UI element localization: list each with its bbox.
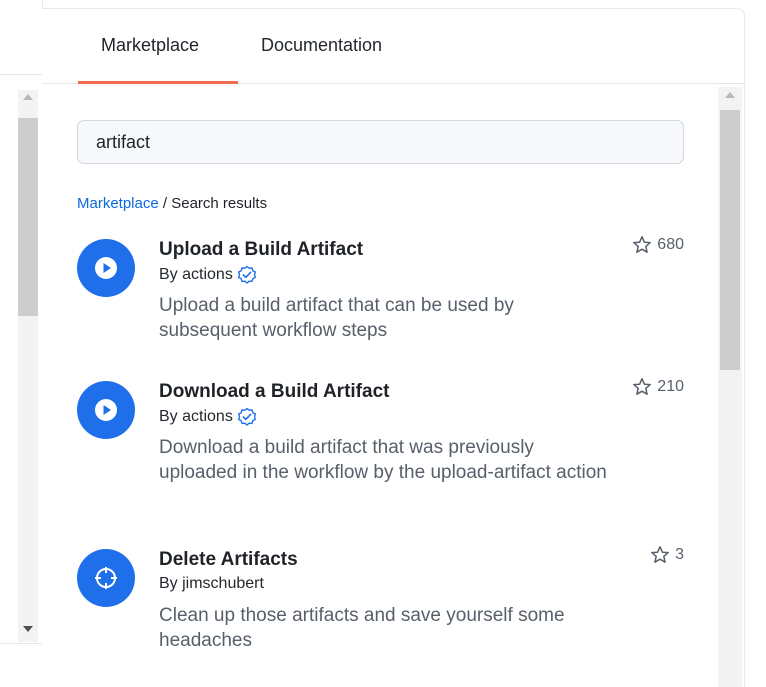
result-author: By jimschubert	[159, 575, 264, 593]
star-count[interactable]: 3	[650, 545, 684, 565]
result-title[interactable]: Delete Artifacts	[159, 549, 298, 571]
result-description: Clean up those artifacts and save yourse…	[159, 605, 565, 651]
star-count-value: 3	[675, 546, 684, 563]
action-avatar	[77, 239, 135, 297]
scroll-up-arrow-icon[interactable]	[725, 92, 735, 98]
panel-scrollbar[interactable]	[718, 87, 742, 687]
play-icon	[95, 399, 117, 421]
page: Marketplace Documentation Marketplace / …	[0, 0, 766, 687]
play-icon	[95, 257, 117, 279]
crosshair-icon	[95, 567, 117, 589]
result-title[interactable]: Download a Build Artifact	[159, 381, 389, 403]
star-icon	[651, 546, 670, 563]
result-title[interactable]: Upload a Build Artifact	[159, 239, 363, 261]
tab-documentation[interactable]: Documentation	[261, 35, 382, 56]
breadcrumb-separator: /	[158, 195, 172, 212]
scroll-down-arrow-icon[interactable]	[23, 626, 33, 632]
search-input[interactable]	[77, 120, 684, 164]
verified-badge-icon	[237, 407, 257, 427]
star-count-value: 210	[657, 378, 684, 395]
star-icon	[633, 378, 652, 395]
star-icon	[633, 236, 652, 253]
left-scrollbar[interactable]	[18, 90, 38, 642]
panel-scrollbar-thumb[interactable]	[720, 110, 740, 370]
result-author-label: By actions	[159, 408, 233, 425]
marketplace-panel: Marketplace Documentation Marketplace / …	[42, 8, 745, 687]
result-description: Upload a build artifact that can be used…	[159, 295, 514, 341]
result-author: By actions	[159, 265, 257, 285]
star-count-value: 680	[657, 236, 684, 253]
left-scrollbar-thumb[interactable]	[18, 118, 38, 316]
breadcrumb-marketplace-link[interactable]: Marketplace	[77, 195, 159, 212]
active-tab-indicator	[78, 81, 238, 84]
divider	[0, 643, 42, 644]
divider	[0, 74, 42, 75]
action-avatar	[77, 549, 135, 607]
result-author-label: By actions	[159, 266, 233, 283]
result-author-label: By jimschubert	[159, 575, 264, 592]
star-count[interactable]: 210	[632, 377, 684, 397]
result-description: Download a build artifact that was previ…	[159, 437, 607, 483]
tab-bar: Marketplace Documentation	[42, 9, 744, 84]
scroll-up-arrow-icon[interactable]	[23, 94, 33, 100]
left-editor-pane	[0, 0, 43, 687]
tab-marketplace[interactable]: Marketplace	[101, 35, 199, 56]
breadcrumb: Marketplace / Search results	[77, 195, 267, 212]
result-author: By actions	[159, 407, 257, 427]
star-count[interactable]: 680	[632, 235, 684, 255]
action-avatar	[77, 381, 135, 439]
breadcrumb-current: Search results	[171, 195, 268, 212]
verified-badge-icon	[237, 265, 257, 285]
